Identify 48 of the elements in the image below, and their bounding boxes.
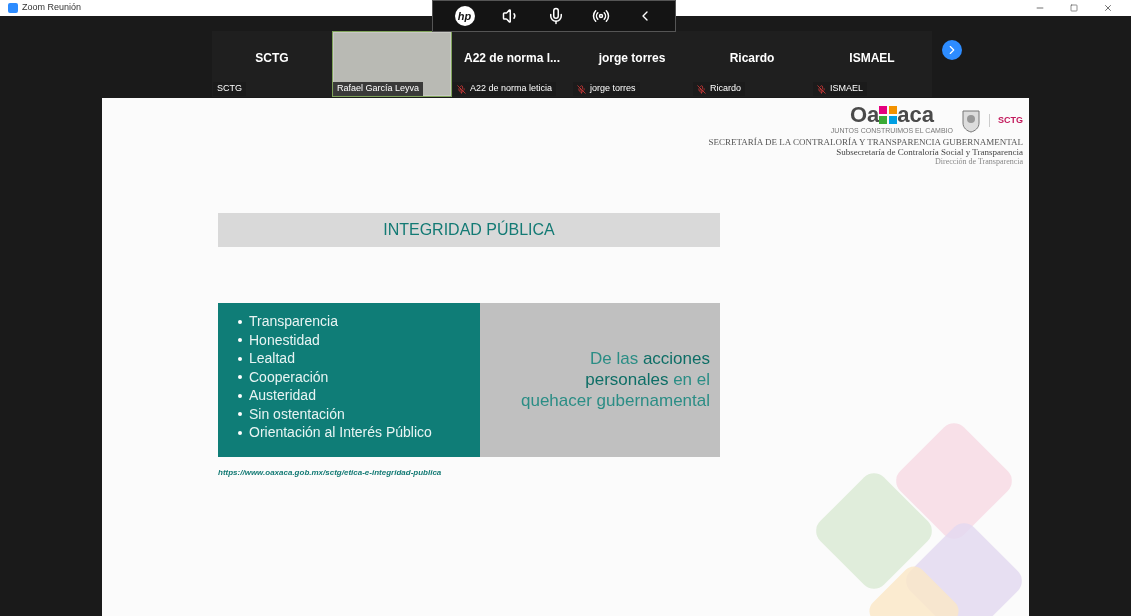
participant-tile[interactable]: Ricardo Ricardo (692, 31, 812, 97)
bullet-icon (238, 319, 242, 324)
oaxaca-logo: Oa aca (849, 104, 934, 126)
bullet-icon (238, 338, 242, 343)
close-icon (1103, 3, 1113, 13)
name-label: ISMAEL (813, 82, 867, 96)
bullet-icon (238, 412, 242, 417)
coat-of-arms-icon (961, 107, 981, 134)
participant-tile[interactable]: ISMAEL ISMAEL (812, 31, 932, 97)
header-text: SECRETARÍA DE LA CONTRALORÍA Y TRANSPARENCIA GUBERNAMENTAL (708, 136, 1023, 147)
bullet-icon (238, 375, 242, 380)
video-tile[interactable]: Rafael García Leyva (332, 31, 452, 97)
participant-name: Ricardo (729, 50, 775, 67)
colorful-x-icon (879, 106, 898, 124)
statement-text: De las acciones personales en el quehacer gubernamental (519, 348, 710, 411)
source-link[interactable]: https://www.oaxaca.gob.mx/sctg/etica-e-integridad-publica (218, 466, 720, 479)
value-item: Austeridad (249, 386, 316, 406)
value-item: Cooperación (249, 367, 329, 387)
slide-title: INTEGRIDAD PÚBLICA (383, 219, 555, 240)
name-label: A22 de norma leticia (453, 82, 557, 96)
maximize-icon (1070, 4, 1078, 12)
participant-name: SCTG (255, 50, 289, 67)
name-label: Ricardo (693, 82, 745, 96)
sctg-logo-text: SCTG (998, 113, 1023, 127)
value-item: Honestidad (249, 330, 320, 350)
value-item: Sin ostentación (249, 404, 345, 424)
participant-tile[interactable]: SCTG SCTG (212, 31, 332, 97)
value-item: Lealtad (249, 349, 295, 369)
bullet-icon (238, 430, 242, 435)
broadcast-icon[interactable] (592, 7, 611, 25)
participant-name: ISMAEL (849, 50, 895, 67)
header-text: Dirección de Transparencia (935, 156, 1023, 167)
participant-name: jorge torres (598, 50, 666, 67)
hp-logo: hp (454, 6, 475, 26)
participant-tile[interactable]: A22 de norma l... A22 de norma leticia (452, 31, 572, 97)
next-page-button[interactable] (942, 39, 962, 60)
value-item: Orientación al Interés Público (249, 423, 432, 443)
bullet-icon (238, 356, 242, 361)
bullet-icon (238, 393, 242, 398)
participant-name: A22 de norma l... (464, 50, 560, 67)
name-label: Rafael García Leyva (333, 82, 424, 96)
name-label: SCTG (213, 82, 246, 96)
participant-tile[interactable]: jorge torres jorge torres (572, 31, 692, 97)
window-title: Zoom Reunión (22, 1, 82, 15)
value-item: Transparencia (249, 312, 338, 332)
header-text: Subsecretaría de Contraloría Social y Transparencia (836, 146, 1023, 157)
app-icon (8, 3, 18, 13)
name-label: jorge torres (573, 82, 640, 96)
